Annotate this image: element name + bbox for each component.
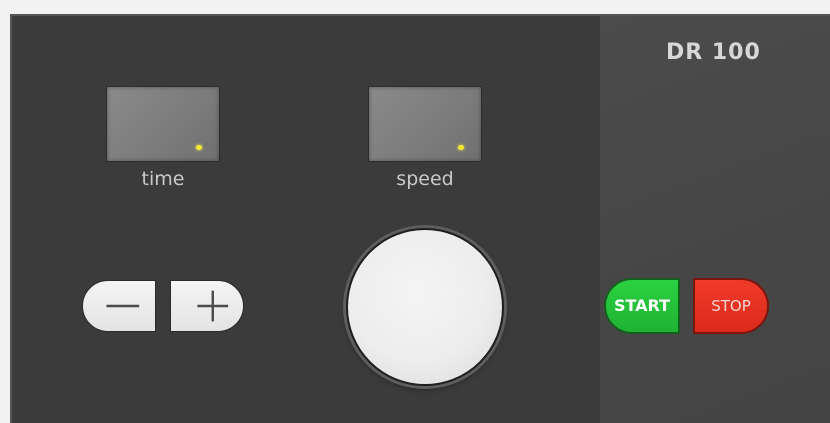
stop-button[interactable]: STOP — [693, 278, 769, 334]
minus-icon — [106, 304, 140, 308]
device-frame: DR 100 time speed START STOP — [0, 0, 830, 423]
speed-indicator-dot — [458, 145, 464, 150]
time-label: time — [141, 168, 185, 190]
speed-label: speed — [396, 168, 454, 190]
time-indicator-dot — [196, 145, 202, 150]
start-button[interactable]: START — [604, 278, 680, 334]
minus-button[interactable] — [82, 280, 156, 332]
time-display — [106, 86, 220, 162]
model-label: DR 100 — [666, 40, 761, 65]
speed-control-knob[interactable] — [346, 228, 504, 386]
speed-display — [368, 86, 482, 162]
plus-icon — [197, 290, 229, 322]
right-section — [600, 16, 830, 423]
plus-button[interactable] — [170, 280, 244, 332]
